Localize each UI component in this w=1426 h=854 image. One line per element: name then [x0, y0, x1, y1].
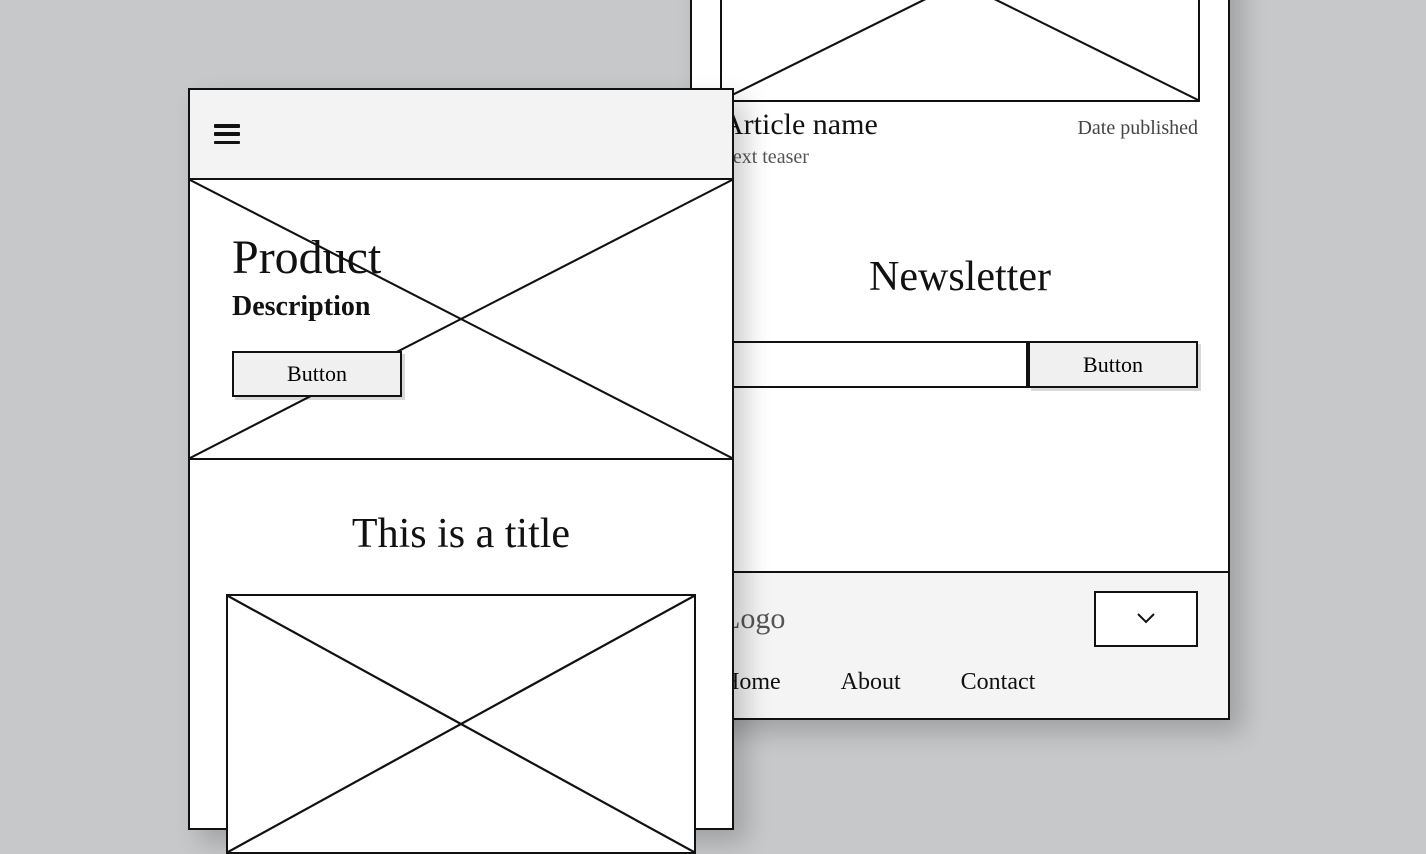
footer-nav: Home About Contact — [722, 669, 1198, 696]
footer-nav-about[interactable]: About — [841, 669, 901, 696]
hero-button[interactable]: Button — [232, 351, 402, 397]
hero-image-placeholder: Product Description Button — [190, 180, 732, 460]
hamburger-icon[interactable] — [214, 124, 240, 144]
hero-description: Description — [232, 291, 402, 323]
article-date: Date published — [1077, 117, 1198, 140]
newsletter-input[interactable] — [722, 341, 1028, 388]
article-teaser: Text teaser — [692, 142, 1228, 173]
footer: Logo Home About Contact — [692, 571, 1228, 718]
content-image-placeholder — [226, 594, 696, 854]
hero-overlay: Product Description Button — [232, 230, 402, 397]
newsletter-form: Button — [722, 341, 1198, 388]
wireframe-front: Product Description Button This is a tit… — [188, 88, 734, 830]
section-title: This is a title — [190, 510, 732, 558]
hero-title: Product — [232, 230, 402, 285]
footer-nav-contact[interactable]: Contact — [961, 669, 1036, 696]
wireframe-back: Article name Date published Text teaser … — [690, 0, 1230, 720]
newsletter-button[interactable]: Button — [1028, 341, 1198, 388]
article-name: Article name — [722, 108, 878, 142]
header-bar — [190, 90, 732, 180]
chevron-down-icon — [1137, 613, 1155, 625]
footer-dropdown[interactable] — [1094, 591, 1198, 647]
article-image-placeholder — [720, 0, 1200, 102]
newsletter-heading: Newsletter — [692, 253, 1228, 301]
